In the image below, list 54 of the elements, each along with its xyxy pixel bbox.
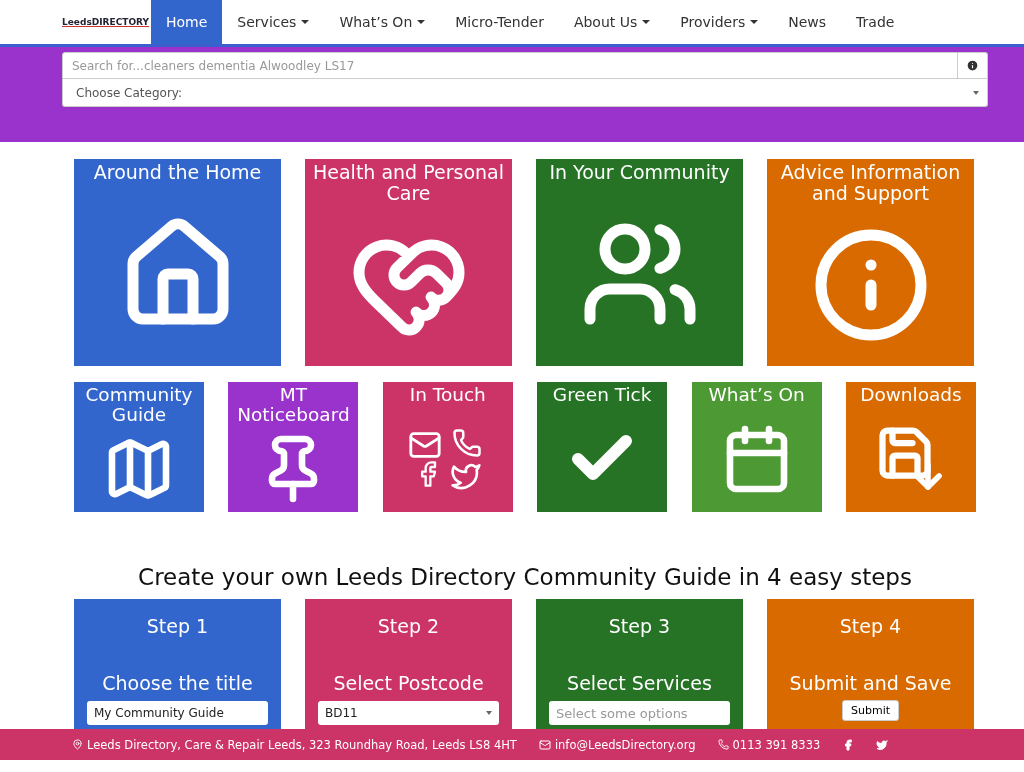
step-title: Step 3 xyxy=(608,615,671,637)
email-link[interactable]: info@LeedsDirectory.org xyxy=(554,737,696,752)
category-tile[interactable]: What’s On xyxy=(691,382,822,512)
category-tile[interactable]: Health and Personal Care xyxy=(305,159,512,366)
category-select[interactable]: Choose Category: xyxy=(62,79,988,107)
category-tile[interactable]: In Your Community xyxy=(536,159,743,366)
facebook-icon[interactable] xyxy=(842,738,855,751)
category-tile[interactable]: Advice Information and Support xyxy=(767,159,974,366)
search-field[interactable]: Search for...cleaners dementia Alwoodley LS17 xyxy=(62,52,958,79)
step-subtitle: Select Postcode xyxy=(333,672,484,694)
tile-title: Advice Information and Support xyxy=(779,162,962,204)
category-tile[interactable]: Community Guide xyxy=(74,382,204,512)
step-title: Step 1 xyxy=(146,615,209,637)
services-select[interactable]: Select some options xyxy=(549,701,730,725)
step-subtitle: Submit and Save xyxy=(789,672,952,694)
nav-link[interactable]: Home xyxy=(151,0,223,44)
tile-title: What’s On xyxy=(708,385,805,406)
nav-link[interactable]: What’s On xyxy=(324,0,441,44)
mail-icon xyxy=(538,738,551,751)
category-tile[interactable]: In Touch xyxy=(382,382,513,512)
nav-link[interactable]: Micro-Tender xyxy=(440,0,559,44)
tile-title: In Your Community xyxy=(549,162,730,183)
category-tile[interactable]: Around the Home xyxy=(74,159,281,366)
category-tile[interactable]: Downloads xyxy=(845,382,976,512)
tile-title: Around the Home xyxy=(93,162,262,183)
steps-heading: Create your own Leeds Directory Community Guide in 4 easy steps xyxy=(137,564,913,590)
logo[interactable]: LeedsDIRECTORY xyxy=(62,17,151,27)
tile-title: In Touch xyxy=(409,385,486,406)
nav-link[interactable]: News xyxy=(773,0,842,44)
phone-text: 0113 391 8333 xyxy=(732,737,821,752)
tile-title: Green Tick xyxy=(552,385,652,406)
nav-link[interactable]: Providers xyxy=(665,0,774,44)
map-pin-icon xyxy=(72,739,83,750)
nav-link[interactable]: Services xyxy=(222,0,325,44)
phone-icon xyxy=(717,739,729,750)
title-input[interactable]: My Community Guide xyxy=(87,701,268,725)
info-icon xyxy=(966,59,979,72)
postcode-select[interactable]: BD11 xyxy=(318,701,499,725)
tile-title: MT Noticeboard xyxy=(236,385,351,426)
tile-title: Downloads xyxy=(860,385,962,406)
category-tile[interactable]: Green Tick xyxy=(537,382,668,512)
step-subtitle: Choose the title xyxy=(102,672,253,694)
address-text: Leeds Directory, Care & Repair Leeds, 323 Roundhay Road, Leeds LS8 4HT xyxy=(87,737,517,752)
info-button[interactable] xyxy=(958,52,988,79)
step-title: Step 2 xyxy=(377,615,440,637)
tile-title: Community Guide xyxy=(84,385,194,426)
twitter-icon[interactable] xyxy=(876,738,889,751)
step-title: Step 4 xyxy=(839,615,902,637)
nav-link[interactable]: About Us xyxy=(558,0,666,44)
submit-button[interactable]: Submit xyxy=(842,700,899,721)
nav-link[interactable]: Trade xyxy=(841,0,910,44)
tile-title: Health and Personal Care xyxy=(312,162,505,204)
category-tile[interactable]: MT Noticeboard xyxy=(228,382,359,512)
step-subtitle: Select Services xyxy=(567,672,712,694)
